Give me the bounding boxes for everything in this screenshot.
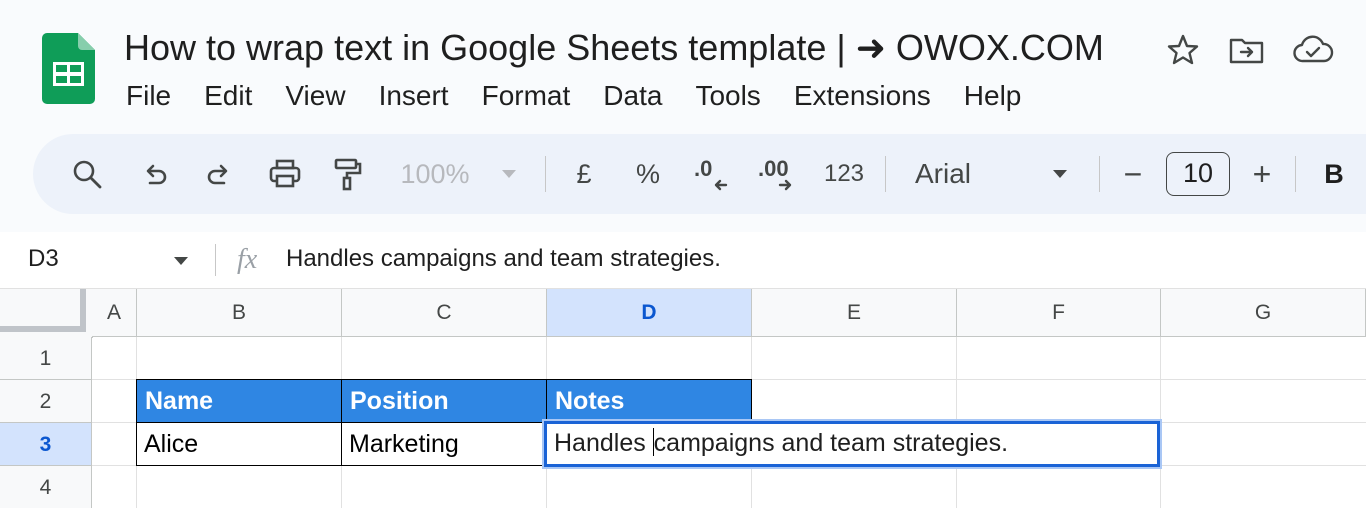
column-header-f[interactable]: F: [957, 289, 1161, 337]
cell-d3-editor[interactable]: Handles campaigns and team strategies.: [544, 421, 1160, 467]
cell-b3[interactable]: Alice: [136, 422, 342, 466]
toolbar: 100% £ % .0 .00 123 Arial − 10 + B: [33, 134, 1366, 214]
column-header-d[interactable]: D: [547, 289, 752, 337]
row-header-3[interactable]: 3: [0, 423, 92, 466]
freeze-handle[interactable]: [0, 289, 86, 332]
menu-file[interactable]: File: [126, 74, 171, 118]
percent-format-button[interactable]: %: [629, 134, 667, 214]
toolbar-divider: [1099, 156, 1100, 192]
menu-format[interactable]: Format: [482, 74, 571, 118]
zoom-dropdown-icon[interactable]: [495, 134, 523, 214]
column-header-c[interactable]: C: [342, 289, 547, 337]
menu-data[interactable]: Data: [603, 74, 662, 118]
cell-b2[interactable]: Name: [136, 379, 342, 423]
app-header: How to wrap text in Google Sheets templa…: [0, 0, 1366, 232]
editor-text-after-caret: campaigns and team strategies.: [653, 429, 1009, 457]
move-to-folder-icon[interactable]: [1228, 30, 1266, 70]
formula-bar-divider: [215, 244, 216, 276]
decrease-decimal-icon[interactable]: .0: [691, 134, 733, 214]
menu-tools[interactable]: Tools: [695, 74, 760, 118]
formula-input[interactable]: Handles campaigns and team strategies.: [286, 232, 721, 288]
cell-c3[interactable]: Marketing: [341, 422, 547, 466]
undo-icon[interactable]: [137, 134, 173, 214]
row-header-2[interactable]: 2: [0, 380, 92, 423]
svg-text:.00: .00: [758, 156, 789, 181]
menu-view[interactable]: View: [285, 74, 345, 118]
paint-format-icon[interactable]: [329, 134, 365, 214]
print-icon[interactable]: [265, 134, 305, 214]
spreadsheet-grid[interactable]: A B C D E F G 1 2 3 4 Name Position Note…: [0, 289, 1366, 508]
menu-extensions[interactable]: Extensions: [794, 74, 931, 118]
toolbar-divider: [885, 156, 886, 192]
toolbar-divider: [545, 156, 546, 192]
font-size-value: 10: [1166, 152, 1230, 196]
font-dropdown-icon[interactable]: [1047, 134, 1073, 214]
sheets-logo-icon[interactable]: [42, 33, 95, 104]
more-formats-button[interactable]: 123: [821, 134, 867, 214]
increase-decimal-icon[interactable]: .00: [755, 134, 803, 214]
row-header-1[interactable]: 1: [0, 337, 92, 380]
column-header-e[interactable]: E: [752, 289, 957, 337]
column-header-g[interactable]: G: [1161, 289, 1366, 337]
font-size-input[interactable]: 10: [1164, 134, 1232, 214]
fx-icon: fx: [237, 244, 258, 275]
zoom-select[interactable]: 100%: [395, 134, 475, 214]
font-select[interactable]: Arial: [915, 134, 985, 214]
increase-font-size-button[interactable]: +: [1245, 134, 1279, 214]
redo-icon[interactable]: [201, 134, 237, 214]
cell-d2[interactable]: Notes: [546, 379, 752, 423]
select-all-corner[interactable]: [0, 289, 93, 338]
currency-format-button[interactable]: £: [567, 134, 601, 214]
cell-c2[interactable]: Position: [341, 379, 547, 423]
menu-bar: File Edit View Insert Format Data Tools …: [126, 74, 1054, 118]
menu-edit[interactable]: Edit: [204, 74, 252, 118]
name-box[interactable]: D3: [28, 232, 59, 288]
search-icon[interactable]: [67, 134, 107, 214]
name-box-dropdown-icon[interactable]: [172, 254, 190, 272]
column-header-b[interactable]: B: [137, 289, 342, 337]
decrease-font-size-button[interactable]: −: [1117, 134, 1149, 214]
svg-text:.0: .0: [694, 156, 712, 181]
formula-bar: D3 fx Handles campaigns and team strateg…: [0, 232, 1366, 289]
document-title[interactable]: How to wrap text in Google Sheets templa…: [124, 26, 1104, 70]
toolbar-divider: [1295, 156, 1296, 192]
star-icon[interactable]: [1166, 30, 1200, 70]
editor-text-before-caret: Handles: [554, 429, 653, 457]
row-header-4[interactable]: 4: [0, 466, 92, 508]
menu-insert[interactable]: Insert: [379, 74, 449, 118]
bold-button[interactable]: B: [1319, 134, 1349, 214]
cloud-saved-icon[interactable]: [1292, 30, 1334, 70]
column-header-a[interactable]: A: [92, 289, 137, 337]
menu-help[interactable]: Help: [964, 74, 1022, 118]
